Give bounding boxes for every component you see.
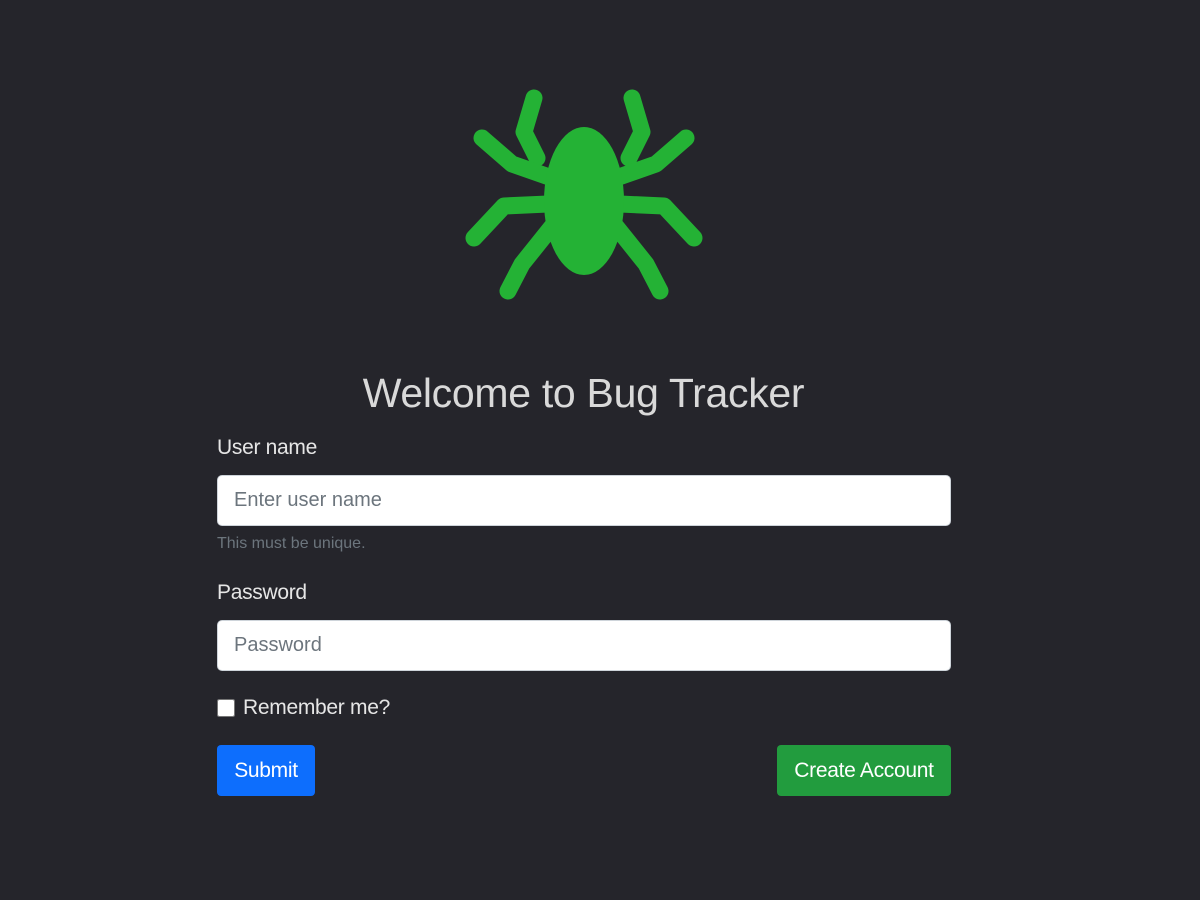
- remember-me-label[interactable]: Remember me?: [243, 696, 390, 720]
- submit-button[interactable]: Submit: [217, 745, 315, 796]
- username-input[interactable]: [217, 475, 951, 526]
- page-title: Welcome to Bug Tracker: [362, 370, 805, 416]
- password-input[interactable]: [217, 620, 951, 671]
- password-group: Password: [217, 581, 951, 671]
- username-help-text: This must be unique.: [217, 535, 366, 552]
- password-label: Password: [217, 581, 307, 604]
- username-group: User name This must be unique.: [217, 436, 951, 555]
- remember-me-checkbox[interactable]: [217, 699, 235, 717]
- create-account-button[interactable]: Create Account: [777, 745, 951, 796]
- remember-me-row: Remember me?: [217, 696, 390, 720]
- username-label: User name: [217, 436, 318, 459]
- spider-icon: [465, 89, 703, 300]
- login-page: Welcome to Bug Tracker User name This mu…: [0, 0, 1200, 900]
